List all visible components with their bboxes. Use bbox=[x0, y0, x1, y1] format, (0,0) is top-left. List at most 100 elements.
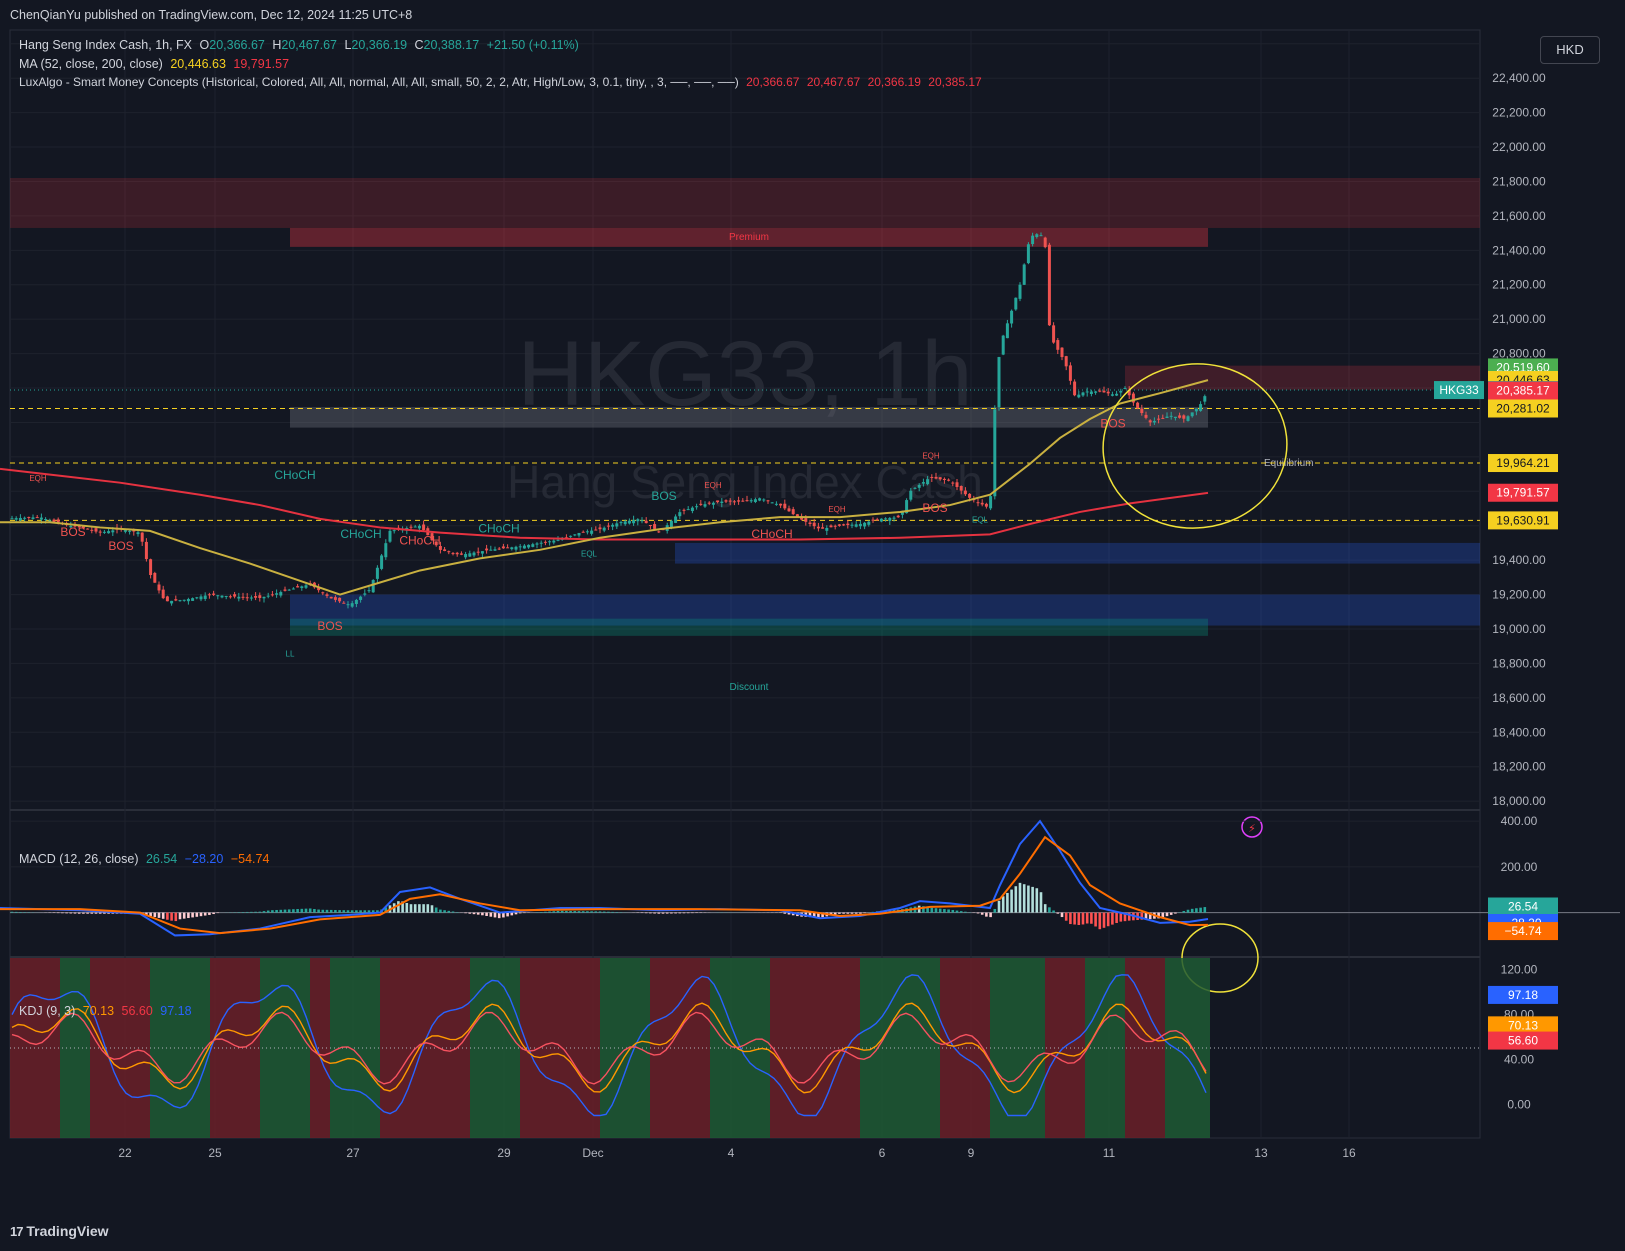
candle-body bbox=[955, 482, 959, 487]
macd-hist-bar bbox=[1056, 912, 1060, 914]
macd-hist-bar bbox=[854, 912, 858, 914]
x-tick-label: 6 bbox=[879, 1146, 886, 1160]
macd-hist-bar bbox=[846, 912, 850, 914]
candle-body bbox=[724, 500, 728, 502]
candle-body bbox=[1161, 417, 1165, 419]
legend-symbol[interactable]: Hang Seng Index Cash, 1h, FX bbox=[19, 38, 192, 52]
zone-ob-bear bbox=[1125, 365, 1480, 390]
candle-body bbox=[632, 519, 636, 524]
ohlc-c-label: C bbox=[414, 38, 424, 52]
candle-body bbox=[447, 551, 451, 553]
candle-body bbox=[682, 509, 686, 511]
macd-hist-bar bbox=[182, 912, 186, 919]
candle-body bbox=[203, 595, 207, 599]
macd-hist-bar bbox=[266, 910, 270, 913]
macd-hist-bar bbox=[262, 911, 266, 913]
kdj-label[interactable]: KDJ (9, 3) bbox=[19, 1004, 75, 1018]
candle-body bbox=[585, 531, 589, 533]
candle-body bbox=[791, 509, 795, 515]
candle-body bbox=[716, 500, 720, 503]
macd-hist-bar bbox=[346, 910, 350, 913]
macd-hist-bar bbox=[1165, 912, 1169, 917]
candle-body bbox=[732, 501, 736, 503]
macd-hist-bar bbox=[556, 910, 560, 913]
structure-label: BOS bbox=[922, 501, 947, 515]
symbol-tag: HKG33 bbox=[1439, 383, 1479, 397]
macd-hist-bar bbox=[976, 912, 980, 914]
macd-hist-bar bbox=[271, 910, 274, 913]
macd-hist-bar bbox=[397, 901, 400, 913]
candle-body bbox=[258, 595, 262, 598]
macd-hist-bar bbox=[1106, 912, 1110, 927]
macd-hist-bar bbox=[989, 912, 992, 918]
y-tick-label: 21,400.00 bbox=[1492, 243, 1546, 257]
candle-body bbox=[140, 532, 144, 542]
y-tick-label: 19,400.00 bbox=[1492, 553, 1546, 567]
candle-body bbox=[871, 519, 875, 521]
macd-label[interactable]: MACD (12, 26, close) bbox=[19, 852, 138, 866]
macd-tick-label: 400.00 bbox=[1501, 814, 1538, 828]
y-tick-label: 18,200.00 bbox=[1492, 760, 1546, 774]
macd-hist-bar bbox=[1111, 912, 1114, 925]
macd-hist-bar bbox=[947, 909, 950, 913]
candle-body bbox=[577, 532, 581, 536]
macd-hist-bar bbox=[413, 904, 417, 913]
macd-hist-bar bbox=[573, 911, 577, 913]
chart-canvas[interactable]: 22 25 27 29 Dec 4 6 9 11 13 16 18,000.00 18,200.00 18… bbox=[0, 0, 1625, 1251]
candle-body bbox=[543, 541, 547, 543]
macd-hist-bar bbox=[539, 912, 543, 913]
macd-hist-bar bbox=[581, 911, 585, 913]
macd-hist-bar bbox=[166, 912, 169, 920]
candle-body bbox=[1035, 234, 1039, 238]
currency-button[interactable]: HKD bbox=[1540, 36, 1600, 64]
candle-body bbox=[1022, 264, 1026, 285]
macd-hist-bar bbox=[1052, 910, 1055, 913]
macd-hist-bar bbox=[178, 912, 182, 920]
candle-body bbox=[770, 502, 774, 504]
candle-body bbox=[1052, 325, 1056, 343]
candle-body bbox=[1060, 347, 1064, 358]
macd-hist-bar bbox=[518, 912, 522, 914]
candle-body bbox=[144, 541, 148, 560]
macd-hist-bar bbox=[577, 911, 581, 913]
candle-body bbox=[837, 524, 841, 526]
macd-hist-bar bbox=[451, 911, 455, 913]
candle-body bbox=[506, 547, 510, 549]
candle-body bbox=[149, 559, 153, 576]
candle-body bbox=[443, 549, 447, 552]
candle-body bbox=[741, 500, 745, 502]
candle-body bbox=[380, 555, 384, 569]
lux-v3: 20,366.19 bbox=[867, 75, 921, 89]
candle-body bbox=[228, 596, 232, 598]
candle-body bbox=[111, 530, 115, 533]
candle-body bbox=[493, 549, 497, 551]
candle-body bbox=[829, 525, 833, 528]
ma200-value: 19,791.57 bbox=[233, 57, 290, 71]
luxalgo-label[interactable]: LuxAlgo - Smart Money Concepts (Historic… bbox=[19, 75, 739, 89]
candle-body bbox=[728, 500, 732, 502]
macd-hist-bar bbox=[514, 912, 518, 915]
ma-label[interactable]: MA (52, close, 200, close) bbox=[19, 57, 163, 71]
x-tick-label: 25 bbox=[208, 1146, 222, 1160]
macd-hist-bar bbox=[1010, 889, 1013, 913]
macd-hist-bar bbox=[250, 911, 253, 913]
macd-hist-bar bbox=[245, 911, 249, 913]
candle-body bbox=[787, 508, 791, 512]
macd-hist-bar bbox=[439, 909, 442, 913]
candle-body bbox=[422, 524, 426, 531]
zone-discount bbox=[290, 618, 1208, 636]
candle-body bbox=[1073, 381, 1077, 396]
candle-body bbox=[18, 517, 22, 521]
macd-hist-bar bbox=[1014, 886, 1018, 913]
candle-body bbox=[1018, 284, 1022, 299]
candle-body bbox=[94, 528, 98, 532]
structure-label: EQL bbox=[581, 550, 598, 559]
candle-body bbox=[304, 585, 308, 588]
macd-hist-bar bbox=[1006, 892, 1009, 913]
candle-body bbox=[888, 517, 892, 521]
candle-body bbox=[762, 499, 766, 501]
macd-hist-bar bbox=[287, 909, 291, 913]
candle-body bbox=[455, 552, 459, 555]
candle-body bbox=[535, 543, 539, 545]
tradingview-logo[interactable]: 17 TradingView bbox=[10, 1223, 109, 1239]
